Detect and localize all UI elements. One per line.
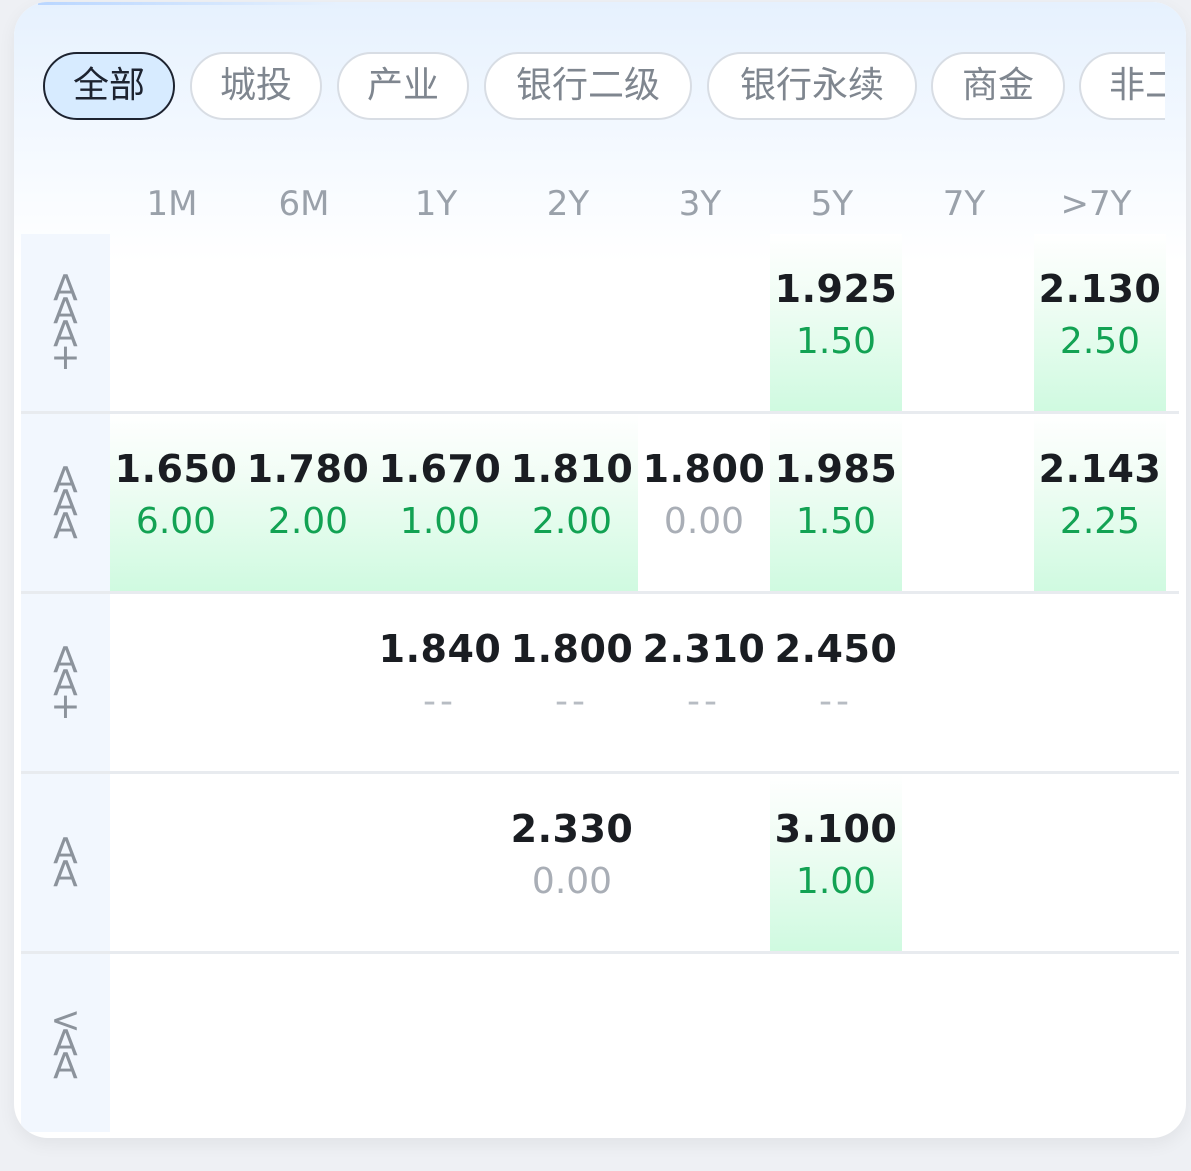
yield-cell[interactable]: 2.310 -- — [638, 594, 770, 772]
yield-cell[interactable]: 2.450 -- — [770, 594, 902, 772]
yield-value: 2.330 — [510, 807, 634, 851]
yield-cell[interactable]: 1.670 1.00 — [374, 414, 506, 592]
yield-value: 1.800 — [510, 627, 634, 671]
tab-industry[interactable]: 产业 — [337, 52, 469, 120]
rating-label-aa: AA — [21, 834, 110, 895]
volume-value: 2.00 — [267, 501, 349, 542]
yield-value: 2.310 — [642, 627, 766, 671]
rating-char: A — [53, 1045, 78, 1087]
yield-cell[interactable]: 2.330 0.00 — [506, 774, 638, 952]
volume-value: -- — [687, 681, 721, 722]
yield-value: 1.925 — [774, 267, 898, 311]
yield-cell — [638, 234, 770, 412]
tab-bank-tier2[interactable]: 银行二级 — [484, 52, 692, 120]
yield-cell[interactable]: 1.985 1.50 — [770, 414, 902, 592]
tab-non-tier2[interactable]: 非二 — [1079, 52, 1165, 120]
tab-all[interactable]: 全部 — [43, 52, 175, 120]
yield-cell — [506, 954, 638, 1132]
yield-cell[interactable]: 1.925 1.50 — [770, 234, 902, 412]
volume-value: 2.50 — [1059, 321, 1141, 362]
yield-cell — [110, 774, 242, 952]
tab-commercial-finance[interactable]: 商金 — [931, 52, 1065, 120]
yield-cell — [110, 954, 242, 1132]
volume-value: 0.00 — [663, 501, 745, 542]
yield-cell — [1034, 954, 1166, 1132]
volume-value: -- — [819, 681, 853, 722]
yield-cell — [110, 234, 242, 412]
yield-cell — [902, 234, 1034, 412]
bond-yield-matrix-card: 全部城投产业银行二级银行永续商金非二 1M6M1Y2Y3Y5Y7Y>7Y AAA… — [14, 2, 1186, 1138]
yield-cell[interactable]: 3.100 1.00 — [770, 774, 902, 952]
tenor-header: 1Y — [414, 184, 458, 224]
yield-value: 1.650 — [114, 447, 238, 491]
yield-cell — [638, 774, 770, 952]
card-top-accent — [38, 2, 338, 5]
volume-value: 1.00 — [795, 861, 877, 902]
yield-cell — [902, 414, 1034, 592]
yield-cell — [242, 594, 374, 772]
yield-value: 1.800 — [642, 447, 766, 491]
yield-cell[interactable]: 1.840 -- — [374, 594, 506, 772]
tenor-header: 3Y — [678, 184, 722, 224]
volume-value: 0.00 — [531, 861, 613, 902]
yield-cell[interactable]: 1.800 -- — [506, 594, 638, 772]
yield-cell — [902, 774, 1034, 952]
yield-value: 2.450 — [774, 627, 898, 671]
tab-chengtou[interactable]: 城投 — [190, 52, 322, 120]
rating-char: + — [50, 685, 81, 727]
yield-cell — [902, 954, 1034, 1132]
rating-label-below-aa: < A A — [21, 1002, 110, 1087]
tenor-header: 7Y — [942, 184, 986, 224]
yield-cell[interactable]: 1.810 2.00 — [506, 414, 638, 592]
yield-value: 1.840 — [378, 627, 502, 671]
volume-value: 1.50 — [795, 501, 877, 542]
yield-cell — [770, 954, 902, 1132]
yield-value: 1.780 — [246, 447, 370, 491]
tenor-header: 1M — [146, 184, 198, 224]
rating-label-aa-plus: A A + — [21, 642, 110, 727]
bond-type-tabs: 全部城投产业银行二级银行永续商金非二 — [43, 52, 1165, 124]
rating-char: A — [53, 854, 78, 895]
tab-bank-perpetual[interactable]: 银行永续 — [707, 52, 917, 120]
volume-value: 2.25 — [1059, 501, 1141, 542]
yield-cell — [110, 594, 242, 772]
yield-cell — [374, 954, 506, 1132]
volume-value: 6.00 — [135, 501, 217, 542]
yield-cell — [638, 954, 770, 1132]
yield-cell — [242, 234, 374, 412]
yield-value: 2.143 — [1038, 447, 1162, 491]
yield-value: 1.810 — [510, 447, 634, 491]
volume-value: -- — [555, 681, 589, 722]
rating-label-aaa-plus: A A A + — [21, 271, 110, 378]
yield-cell[interactable]: 2.143 2.25 — [1034, 414, 1166, 592]
volume-value: 1.50 — [795, 321, 877, 362]
volume-value: 2.00 — [531, 501, 613, 542]
yield-value: 3.100 — [774, 807, 898, 851]
volume-value: -- — [423, 681, 457, 722]
yield-cell — [1034, 774, 1166, 952]
yield-value: 2.130 — [1038, 267, 1162, 311]
yield-value: 1.985 — [774, 447, 898, 491]
tenor-header: >7Y — [1060, 184, 1132, 224]
yield-cell[interactable]: 1.780 2.00 — [242, 414, 374, 592]
tenor-header: 2Y — [546, 184, 590, 224]
yield-cell — [902, 594, 1034, 772]
yield-cell — [242, 954, 374, 1132]
yield-cell[interactable]: 2.130 2.50 — [1034, 234, 1166, 412]
yield-cell — [506, 234, 638, 412]
yield-cell[interactable]: 1.800 0.00 — [638, 414, 770, 592]
yield-value: 1.670 — [378, 447, 502, 491]
tenor-header: 5Y — [810, 184, 854, 224]
rating-char: + — [50, 337, 81, 378]
yield-cell — [242, 774, 374, 952]
yield-cell — [374, 774, 506, 952]
volume-value: 1.00 — [399, 501, 481, 542]
yield-cell — [374, 234, 506, 412]
yield-cell — [1034, 594, 1166, 772]
tenor-header: 6M — [278, 184, 330, 224]
rating-label-aaa: AAA — [21, 462, 110, 547]
rating-char: A — [53, 505, 78, 547]
yield-cell[interactable]: 1.650 6.00 — [110, 414, 242, 592]
